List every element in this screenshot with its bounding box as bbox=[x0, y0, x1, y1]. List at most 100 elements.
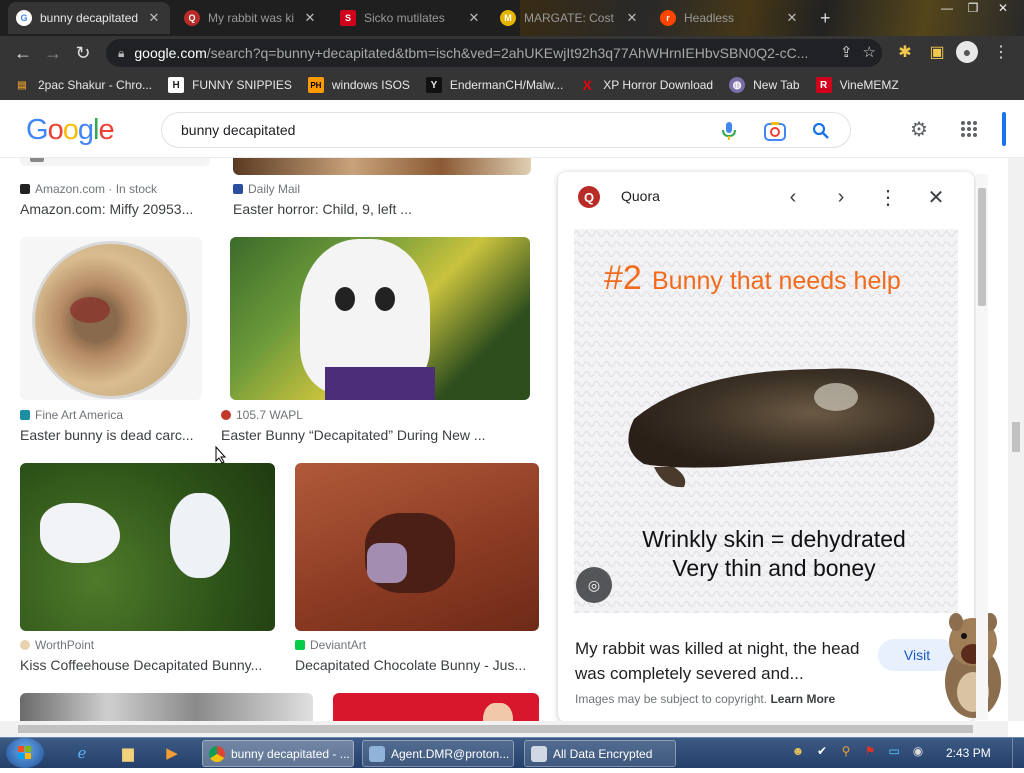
result-thumbnail-daily-mail[interactable] bbox=[233, 158, 531, 175]
result-thumbnail-worthpoint[interactable] bbox=[20, 463, 275, 631]
settings-gear-icon[interactable]: ⚙ bbox=[907, 117, 931, 141]
taskbar-chrome[interactable]: bunny decapitated - ... bbox=[202, 740, 354, 767]
google-logo-letter: g bbox=[77, 114, 94, 146]
result-source[interactable]: WorthPoint bbox=[20, 638, 94, 652]
horizontal-scrollbar[interactable] bbox=[0, 721, 1008, 737]
share-icon[interactable]: ⇪ bbox=[840, 43, 853, 61]
tray-volume-icon[interactable]: ◉ bbox=[910, 741, 926, 761]
next-image-icon[interactable]: › bbox=[828, 184, 854, 210]
tab-close-icon[interactable]: ✕ bbox=[466, 10, 482, 26]
tab-close-icon[interactable]: ✕ bbox=[302, 10, 318, 26]
page-scrollbar[interactable] bbox=[1008, 158, 1024, 721]
result-title[interactable]: Easter Bunny “Decapitated” During New ..… bbox=[221, 427, 541, 443]
google-logo[interactable]: Google bbox=[26, 114, 115, 147]
tab-margate[interactable]: M MARGATE: Cost ✕ bbox=[492, 2, 648, 34]
result-source[interactable]: Daily Mail bbox=[233, 182, 300, 196]
profile-avatar-icon[interactable]: ● bbox=[956, 38, 978, 66]
result-title[interactable]: Easter bunny is dead carc... bbox=[20, 427, 196, 443]
result-source[interactable]: DeviantArt bbox=[295, 638, 366, 652]
search-box[interactable]: bunny decapitated bbox=[161, 112, 851, 148]
panel-scrollbar-thumb[interactable] bbox=[978, 188, 986, 306]
previous-image-icon[interactable]: ‹ bbox=[780, 184, 806, 210]
tray-app-icon[interactable]: ☻ bbox=[790, 741, 806, 761]
desktop-mascot-image[interactable] bbox=[940, 612, 1006, 720]
media-player-icon[interactable]: ▶ bbox=[160, 742, 184, 764]
bookmark-windows-isos[interactable]: PH windows ISOS bbox=[307, 77, 410, 93]
lens-camera-icon[interactable] bbox=[764, 120, 786, 142]
tab-close-icon[interactable]: ✕ bbox=[624, 10, 640, 26]
result-thumbnail-fine-art[interactable] bbox=[20, 237, 202, 400]
result-title[interactable]: Decapitated Chocolate Bunny - Jus... bbox=[295, 657, 535, 673]
reload-button[interactable]: ↻ bbox=[68, 38, 98, 68]
lens-search-image-icon[interactable]: ◎ bbox=[576, 567, 612, 603]
result-title[interactable]: Kiss Coffeehouse Decapitated Bunny... bbox=[20, 657, 270, 673]
close-window-button[interactable]: ✕ bbox=[990, 0, 1016, 16]
minimize-button[interactable]: — bbox=[934, 0, 960, 16]
preview-caption[interactable]: My rabbit was killed at night, the head … bbox=[575, 636, 875, 686]
tab-close-icon[interactable]: ✕ bbox=[784, 10, 800, 26]
apps-grid-icon[interactable] bbox=[957, 117, 981, 141]
tab-my-rabbit[interactable]: Q My rabbit was ki ✕ bbox=[176, 2, 326, 34]
google-logo-letter: o bbox=[62, 114, 79, 146]
result-thumbnail-wapl[interactable] bbox=[230, 237, 530, 400]
horizontal-scrollbar-thumb[interactable] bbox=[18, 725, 973, 733]
forward-button[interactable]: → bbox=[38, 38, 68, 68]
result-thumbnail-next-1[interactable] bbox=[20, 693, 313, 721]
tab-headless[interactable]: r Headless ✕ bbox=[652, 2, 808, 34]
bookmark-endermanch[interactable]: Y EndermanCH/Malw... bbox=[425, 77, 563, 93]
close-panel-icon[interactable]: ✕ bbox=[923, 184, 949, 210]
reddit-favicon-icon: r bbox=[660, 10, 676, 26]
result-source-text: Fine Art America bbox=[35, 408, 124, 422]
tray-flag-icon[interactable]: ⚑ bbox=[862, 741, 878, 761]
bookmark-funny-snippies[interactable]: H FUNNY SNIPPIES bbox=[168, 77, 292, 93]
browser-menu-icon[interactable]: ⋮ bbox=[990, 38, 1012, 66]
search-query[interactable]: bunny decapitated bbox=[181, 122, 295, 138]
start-button[interactable] bbox=[6, 738, 44, 768]
taskbar-clock[interactable]: 2:43 PM bbox=[946, 746, 991, 760]
microphone-icon[interactable] bbox=[718, 120, 740, 142]
new-tab-button[interactable]: + bbox=[812, 2, 840, 34]
panel-site-name[interactable]: Quora bbox=[621, 188, 660, 204]
tab-close-icon[interactable]: ✕ bbox=[146, 10, 162, 26]
result-thumbnail-miffy[interactable] bbox=[20, 158, 210, 166]
back-button[interactable]: ← bbox=[8, 38, 38, 68]
bookmark-xp-horror[interactable]: X XP Horror Download bbox=[579, 77, 714, 93]
result-source[interactable]: Fine Art America bbox=[20, 408, 123, 422]
taskbar-all-data-encrypted[interactable]: All Data Encrypted bbox=[524, 740, 676, 767]
result-title[interactable]: Easter horror: Child, 9, left ... bbox=[233, 201, 531, 217]
extensions-puzzle-icon[interactable]: ✱ bbox=[894, 38, 916, 66]
tab-bunny-decapitated[interactable]: G bunny decapitated ✕ bbox=[8, 2, 170, 34]
lock-icon: 🔒︎ bbox=[118, 45, 125, 60]
result-thumbnail-next-2[interactable] bbox=[333, 693, 539, 721]
search-icon[interactable] bbox=[810, 120, 832, 142]
image-caption-line-1: Wrinkly skin = dehydrated bbox=[642, 526, 906, 552]
tray-check-icon[interactable]: ✔ bbox=[814, 741, 830, 761]
bookmark-label: 2pac Shakur - Chro... bbox=[38, 78, 153, 92]
sign-in-button-edge[interactable] bbox=[1002, 112, 1006, 146]
learn-more-link[interactable]: Learn More bbox=[770, 692, 835, 706]
taskbar-agent-dmr[interactable]: Agent.DMR@proton... bbox=[362, 740, 514, 767]
margate-favicon-icon: M bbox=[500, 10, 516, 26]
bookmark-vinememz[interactable]: R VineMEMZ bbox=[815, 77, 899, 93]
show-desktop-button[interactable] bbox=[1012, 738, 1024, 769]
bookmark-star-icon[interactable]: ☆ bbox=[863, 43, 876, 61]
panel-scrollbar[interactable] bbox=[976, 174, 988, 720]
bookmark-new-tab[interactable]: ◍ New Tab bbox=[729, 77, 800, 93]
tray-monitor-icon[interactable]: ▭ bbox=[886, 741, 902, 761]
side-panel-icon[interactable]: ▣ bbox=[926, 38, 948, 66]
maximize-button[interactable]: ❐ bbox=[960, 0, 986, 16]
result-title[interactable]: Amazon.com: Miffy 20953... bbox=[20, 201, 210, 217]
result-thumbnail-deviantart[interactable] bbox=[295, 463, 539, 631]
preview-image[interactable]: #2 Bunny that needs help Wrinkly skin = … bbox=[574, 229, 958, 613]
internet-explorer-icon[interactable]: ℯ bbox=[70, 742, 94, 764]
result-source[interactable]: Amazon.com · In stock bbox=[20, 182, 157, 196]
tray-search-icon[interactable]: ⚲ bbox=[838, 741, 854, 761]
tab-title: bunny decapitated bbox=[40, 11, 139, 25]
more-options-icon[interactable]: ⋮ bbox=[875, 184, 901, 210]
result-source[interactable]: 105.7 WAPL bbox=[221, 408, 303, 422]
address-bar[interactable]: 🔒︎ google.com /search?q=bunny+decapitate… bbox=[106, 39, 882, 67]
tab-sicko-mutilates[interactable]: S Sicko mutilates ✕ bbox=[332, 2, 490, 34]
page-scrollbar-thumb[interactable] bbox=[1012, 422, 1020, 452]
file-explorer-icon[interactable]: ▆ bbox=[116, 742, 140, 764]
bookmark-2pac[interactable]: ▤ 2pac Shakur - Chro... bbox=[14, 77, 152, 93]
